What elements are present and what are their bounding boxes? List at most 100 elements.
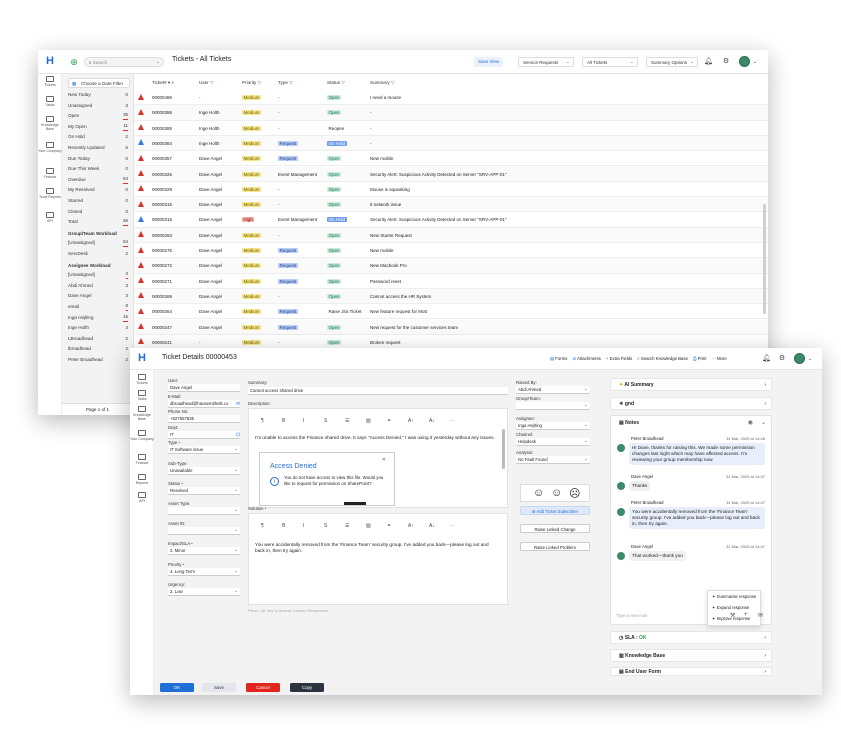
filter-item[interactable]: Closed 0 — [68, 207, 130, 217]
table-row[interactable]: 00000276 Dave Angel Medium Request Open New m… — [134, 243, 768, 259]
email-icon[interactable]: ✉ — [236, 401, 240, 407]
filter-item[interactable]: Abdi Ahmed 3 — [68, 281, 130, 291]
nav-tasks[interactable]: Tasks — [130, 390, 154, 401]
field-value[interactable]: No Fault Found — [516, 455, 590, 464]
filter-item[interactable]: Inga Hejlting 16 — [68, 313, 130, 323]
filter-item[interactable]: LBroadhead 2 — [68, 334, 130, 344]
strike-icon[interactable]: S — [324, 418, 327, 424]
filter-item[interactable]: Overdue 54 — [68, 175, 130, 185]
nav-finance[interactable]: Finance — [130, 454, 154, 465]
ai-menu-expand[interactable]: ✦ Expand response — [712, 605, 749, 611]
bell-icon[interactable]: 🔔︎ — [762, 355, 771, 363]
more-icon[interactable]: ⋯ — [450, 418, 455, 424]
dept-info-icon[interactable]: ⊡ — [236, 432, 240, 438]
field-value[interactable]: Dave Angel — [168, 384, 240, 392]
filter-icon[interactable]: ▽ — [391, 80, 395, 85]
sla-section[interactable]: ◷ SLA : OK — [610, 631, 772, 645]
search-icon[interactable]: ⌕ — [172, 80, 175, 85]
paragraph-icon[interactable]: ¶ — [261, 418, 264, 424]
new-note-input[interactable]: Type a new note — [614, 612, 722, 620]
field-value[interactable]: Resolved — [168, 486, 240, 495]
raise-linked-problem-button[interactable]: Raise Linked Problem — [520, 542, 590, 551]
neutral-face-icon[interactable]: ☺ — [551, 487, 562, 499]
field-value[interactable]: Helpdesk — [516, 437, 590, 446]
filter-item[interactable]: Starred 0 — [68, 196, 130, 206]
field-value[interactable] — [168, 506, 240, 515]
happy-face-icon[interactable]: ☺ — [533, 487, 544, 499]
font-size-icon[interactable]: A↑ — [408, 418, 414, 424]
raise-linked-change-button[interactable]: Raise Linked Change — [520, 524, 590, 533]
summary-input[interactable]: Cannot access shared drive — [248, 387, 508, 395]
filter-item[interactable]: My Resolved 0 — [68, 185, 130, 195]
nav-finance[interactable]: Finance — [38, 168, 62, 179]
nav-knowledge-base[interactable]: Knowledge Base — [130, 406, 154, 421]
table-row[interactable]: 00000272 Dave Angel Medium Request Open New M… — [134, 258, 768, 274]
filter-item[interactable]: [Unassigned] 3 — [68, 270, 130, 280]
col-summary[interactable]: Summary ▽ — [370, 80, 394, 86]
table-row[interactable]: 00000329 Dave Angel Medium - Open Mouse is sq… — [134, 182, 768, 198]
field-value[interactable]: Abdi Ahmed — [516, 385, 590, 394]
field-value[interactable]: 4. Long Term — [168, 567, 240, 576]
list-icon[interactable]: ☰ — [345, 418, 349, 424]
table-row[interactable]: 00000315 Dave Angel High Event Management On… — [134, 212, 768, 228]
col-type[interactable]: Type ▽ — [278, 80, 293, 86]
filter-item[interactable]: My Open 11 — [68, 122, 130, 132]
add-subscriber-button[interactable]: ⊕ Add Ticket Subscriber — [520, 506, 590, 515]
field-value[interactable]: IT Software issue — [168, 445, 240, 455]
field-value[interactable]: 2. Low — [168, 587, 240, 596]
italic-icon[interactable]: I — [303, 523, 304, 529]
font-size-down-icon[interactable]: A↓ — [429, 418, 435, 424]
nav-knowledge-base[interactable]: Knowledge Base — [38, 116, 62, 131]
bold-icon[interactable]: B — [282, 523, 285, 529]
font-size-icon[interactable]: A↑ — [408, 523, 414, 529]
table-row[interactable]: 00000486 - Medium - Open I need a mouse — [134, 90, 768, 106]
italic-icon[interactable]: I — [303, 418, 304, 424]
font-size-down-icon[interactable]: A↓ — [429, 523, 435, 529]
toolbar-item[interactable]: ▤ Forms — [550, 356, 567, 361]
chevron-down-icon[interactable]: ⌄ — [761, 419, 766, 426]
nav-tasks[interactable]: Tasks — [38, 96, 62, 107]
table-row[interactable]: 00000264 Dave Angel Medium Request Raise Jir… — [134, 304, 768, 320]
toolbar-item[interactable]: + Extra Fields — [606, 356, 632, 361]
nav-api[interactable]: API — [130, 492, 154, 503]
list-icon[interactable]: ☰ — [345, 523, 349, 529]
filter-icon[interactable]: ▽ — [258, 80, 262, 85]
strike-icon[interactable]: S — [324, 523, 327, 529]
end-user-form-section[interactable]: ▤ End User Form — [610, 667, 772, 676]
avatar[interactable] — [794, 353, 805, 364]
table-row[interactable]: 00000385 Inge Holth Medium - Reopen - — [134, 121, 768, 136]
nav-api[interactable]: API — [38, 212, 62, 223]
filter-icon[interactable]: ▽ — [341, 80, 345, 85]
filter-icon[interactable]: ▽ — [289, 80, 293, 85]
filter-item[interactable]: Due Today 0 — [68, 154, 130, 164]
toolbar-item[interactable]: ⊘ Attachments — [572, 356, 600, 361]
chevron-down-icon[interactable]: ⌄ — [751, 58, 759, 66]
magic-wand-icon[interactable]: ⚒ — [730, 612, 735, 619]
link-icon[interactable]: ⚭ — [387, 418, 391, 424]
scrollbar[interactable] — [502, 429, 505, 469]
filter-item[interactable]: lbroadhead 2 — [68, 344, 130, 354]
table-row[interactable]: 00000269 Dave Angel Medium - Open Cannot acce… — [134, 288, 768, 305]
table-row[interactable]: 00000247 Dave Angel Medium Request Open New r… — [134, 319, 768, 335]
gear-icon[interactable]: ⚙ — [778, 355, 786, 363]
field-value[interactable]: 2. Minor — [168, 546, 240, 556]
field-value[interactable]: Inga Hejlting — [516, 421, 590, 430]
toolbar-item[interactable]: ⎙ Print — [693, 356, 706, 361]
filter-item[interactable]: Peter Broadhead 2 — [68, 355, 130, 365]
dropdown-service-requests[interactable]: Service Requests — [518, 57, 574, 67]
col-user[interactable]: User ▽ — [199, 80, 214, 86]
add-ticket-icon[interactable]: ⊕ — [70, 58, 78, 67]
chevron-down-icon[interactable]: ⌄ — [806, 355, 814, 363]
filter-item[interactable]: On Hold 2 — [68, 132, 130, 142]
nav-tickets[interactable]: Tickets — [38, 76, 62, 87]
col-priority[interactable]: Priority ▽ — [242, 80, 261, 86]
image-icon[interactable]: ▧ — [366, 418, 371, 424]
ok-button[interactable]: OK — [160, 683, 194, 692]
send-icon[interactable]: ✉ — [758, 612, 763, 619]
field-value[interactable]: IT — [168, 430, 240, 439]
cancel-button[interactable]: Cancel — [246, 683, 280, 692]
field-value[interactable]: Unavailable — [168, 466, 240, 475]
ai-summary-section[interactable]: ✦ AI Summary — [610, 378, 772, 392]
image-icon[interactable]: ▧ — [366, 523, 371, 529]
date-filter-select[interactable]: ▦ Choose a Date Filter — [68, 78, 130, 88]
